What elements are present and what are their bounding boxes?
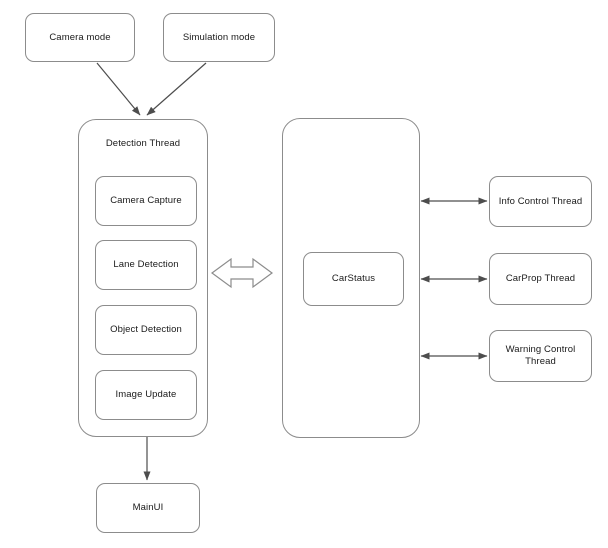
node-object-detection-label: Object Detection (110, 324, 182, 336)
connector-detection-thread-to-car-status (210, 257, 274, 289)
node-carprop-thread[interactable]: CarProp Thread (489, 253, 592, 305)
connector-simulation-mode-to-detection-thread (146, 62, 207, 116)
node-camera-capture[interactable]: Camera Capture (95, 176, 197, 226)
node-image-update[interactable]: Image Update (95, 370, 197, 420)
node-carprop-thread-label: CarProp Thread (505, 273, 576, 285)
node-main-ui[interactable]: MainUI (96, 483, 200, 533)
node-car-status[interactable]: CarStatus (303, 252, 404, 306)
node-car-status-label: CarStatus (331, 273, 376, 285)
node-lane-detection[interactable]: Lane Detection (95, 240, 197, 290)
connector-camera-mode-to-detection-thread (96, 62, 141, 116)
node-main-ui-label: MainUI (132, 502, 164, 514)
node-info-control-thread-label: Info Control Thread (498, 195, 583, 207)
node-info-control-thread[interactable]: Info Control Thread (489, 176, 592, 227)
node-simulation-mode-label: Simulation mode (182, 31, 256, 43)
container-detection-thread-label: Detection Thread (105, 138, 181, 149)
node-simulation-mode[interactable]: Simulation mode (163, 13, 275, 62)
diagram-canvas: Camera mode Simulation mode Detection Th… (0, 0, 608, 548)
node-camera-mode-label: Camera mode (49, 31, 111, 43)
node-camera-capture-label: Camera Capture (110, 195, 182, 207)
node-object-detection[interactable]: Object Detection (95, 305, 197, 355)
node-warning-control-thread-label: Warning Control Thread (505, 344, 576, 367)
node-warning-control-thread[interactable]: Warning Control Thread (489, 330, 592, 382)
node-camera-mode[interactable]: Camera mode (25, 13, 135, 62)
node-lane-detection-label: Lane Detection (113, 259, 179, 271)
node-image-update-label: Image Update (115, 389, 177, 401)
